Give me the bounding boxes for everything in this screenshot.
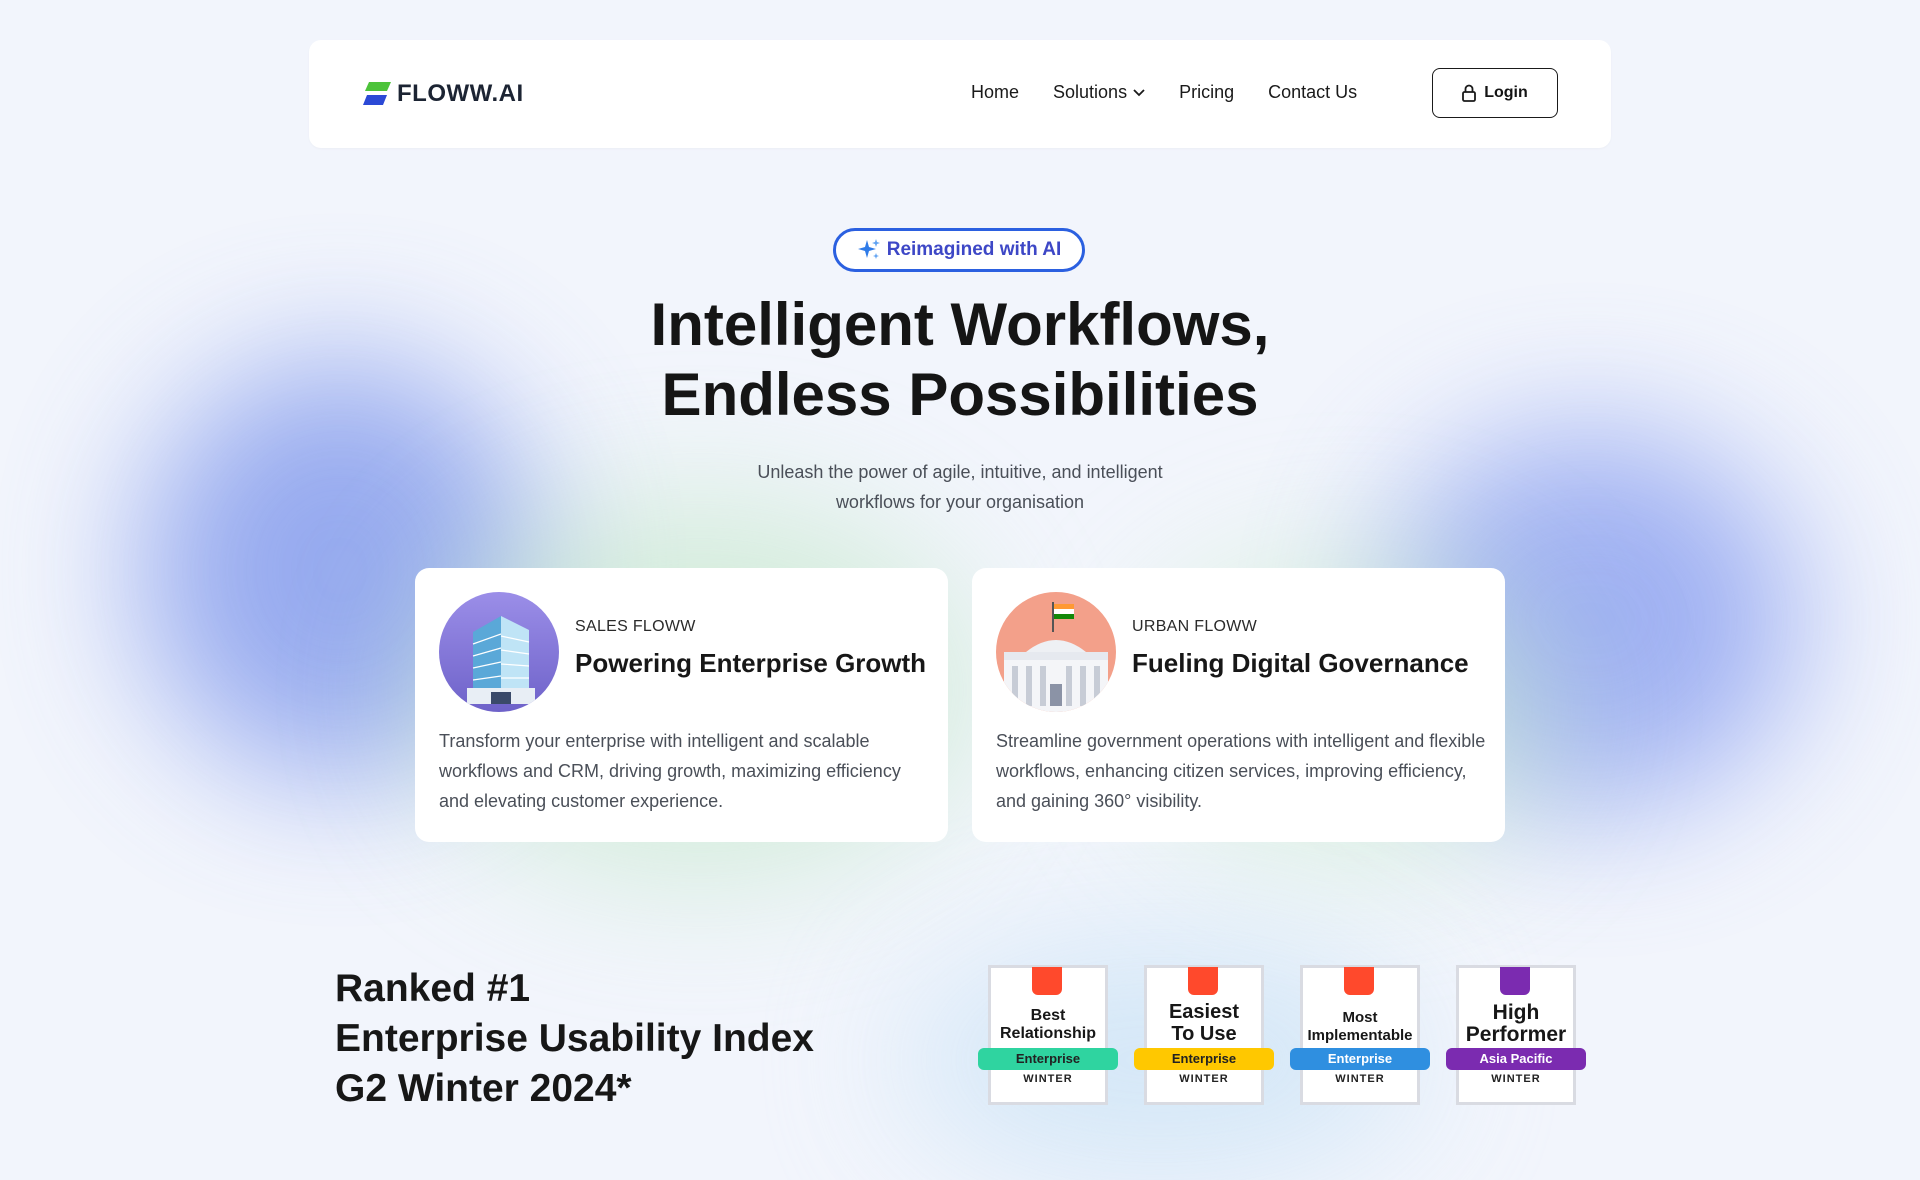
g2-logo-icon — [1032, 967, 1062, 995]
badge-season: WINTER — [1023, 1073, 1073, 1085]
ai-badge: Reimagined with AI — [833, 228, 1085, 272]
brand-name: FLOWW.AI — [397, 80, 524, 107]
login-label: Login — [1484, 84, 1528, 101]
hero-subtitle-line: Unleash the power of agile, intuitive, a… — [757, 462, 1163, 482]
nav-pricing[interactable]: Pricing — [1179, 82, 1234, 103]
badge-season: WINTER — [1491, 1073, 1541, 1085]
nav-contact[interactable]: Contact Us — [1268, 82, 1357, 103]
hero-title-line: Endless Possibilities — [661, 361, 1259, 428]
badge-line2: To Use — [1171, 1023, 1237, 1045]
badge-line2: Relationship — [999, 1025, 1096, 1042]
ranking-line: Enterprise Usability Index — [335, 1017, 814, 1060]
g2-badge[interactable]: Best Relationship Enterprise WINTER — [978, 965, 1118, 1105]
card-description: Transform your enterprise with intellige… — [439, 731, 901, 811]
badge-line1: High — [1492, 1001, 1540, 1024]
card-description: Streamline government operations with in… — [996, 731, 1486, 811]
ai-badge-label: Reimagined with AI — [886, 239, 1062, 260]
badge-line1: Best — [1030, 1007, 1066, 1024]
badge-ribbon: Enterprise — [1134, 1048, 1274, 1070]
card-kicker: SALES FLOWW — [575, 618, 696, 635]
card-title: Fueling Digital Governance — [1132, 648, 1469, 678]
government-building-icon — [996, 592, 1116, 712]
g2-badge[interactable]: Most Implementable Enterprise WINTER — [1290, 965, 1430, 1105]
urban-floww-card[interactable]: URBAN FLOWW Fueling Digital Governance S… — [972, 568, 1505, 842]
badge-season: WINTER — [1335, 1073, 1385, 1085]
g2-logo-icon — [1344, 967, 1374, 995]
top-navbar: FLOWW.AI Home Solutions Pricing Contact … — [309, 40, 1611, 148]
badge-line2: Implementable — [1307, 1027, 1413, 1044]
lock-icon — [1462, 84, 1477, 102]
badge-ribbon: Enterprise — [1290, 1048, 1430, 1070]
hero-title: Intelligent Workflows, Endless Possibili… — [460, 290, 1460, 430]
badge-ribbon: Asia Pacific — [1446, 1048, 1586, 1070]
card-title: Powering Enterprise Growth — [575, 648, 927, 678]
hero-title-line: Intelligent Workflows, — [650, 291, 1270, 358]
sales-floww-card[interactable]: SALES FLOWW Powering Enterprise Growth T… — [415, 568, 948, 842]
nav-home[interactable]: Home — [971, 82, 1019, 103]
g2-badge[interactable]: Easiest To Use Enterprise WINTER — [1134, 965, 1274, 1105]
g2-logo-icon — [1500, 967, 1530, 995]
badge-season: WINTER — [1179, 1073, 1229, 1085]
floww-logo-icon — [363, 82, 391, 105]
g2-logo-icon — [1188, 967, 1218, 995]
chevron-down-icon — [1133, 88, 1145, 96]
nav-solutions-label: Solutions — [1053, 82, 1128, 102]
sparkle-icon — [857, 239, 880, 259]
hero-subtitle-line: workflows for your organisation — [835, 492, 1085, 512]
brand-logo[interactable]: FLOWW.AI — [363, 80, 524, 108]
hero-subtitle: Unleash the power of agile, intuitive, a… — [700, 457, 1220, 517]
ranking-line: G2 Winter 2024* — [335, 1067, 632, 1110]
main-nav: Home Solutions Pricing Contact Us — [971, 82, 1391, 103]
card-kicker: URBAN FLOWW — [1132, 618, 1258, 635]
ranking-heading: Ranked #1 Enterprise Usability Index G2 … — [335, 964, 814, 1114]
g2-badge[interactable]: High Performer Asia Pacific WINTER — [1446, 965, 1586, 1105]
login-button[interactable]: Login — [1432, 68, 1558, 118]
badge-line1: Easiest — [1168, 1001, 1240, 1023]
badge-line1: Most — [1342, 1009, 1378, 1026]
badge-line2: Performer — [1465, 1023, 1567, 1046]
nav-solutions[interactable]: Solutions — [1053, 82, 1145, 103]
badge-ribbon: Enterprise — [978, 1048, 1118, 1070]
office-building-icon — [439, 592, 559, 712]
ranking-line: Ranked #1 — [335, 967, 531, 1010]
